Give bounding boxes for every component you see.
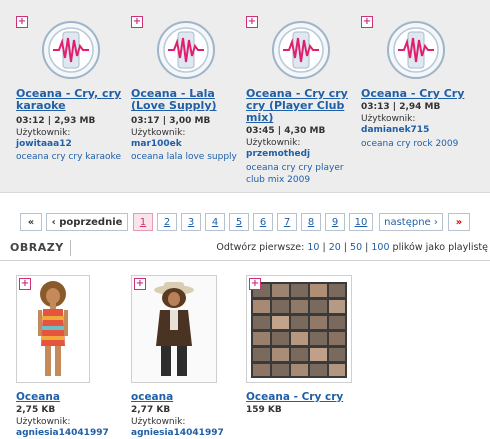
image-size: 2,75 KB [16,405,56,415]
audio-duration-size: 03:13 | 2,94 MB [361,102,441,112]
user-label: Użytkownik: [16,417,71,427]
audio-title-link[interactable]: Oceana - Cry, cry karaoke [16,88,128,112]
page-4-button[interactable]: 4 [205,213,225,231]
image-title-link[interactable]: Oceana - Cry cry [246,391,343,403]
user-label: Użytkownik: [16,128,71,138]
audio-tags-link[interactable]: oceana lala love supply [131,151,243,163]
image-thumbnail[interactable] [16,275,90,383]
add-to-playlist-button[interactable]: + [19,278,31,290]
page-9-button[interactable]: 9 [325,213,345,231]
open-20-link[interactable]: 20 [329,242,341,253]
page-3-button[interactable]: 3 [181,213,201,231]
page-2-button[interactable]: 2 [157,213,177,231]
user-link[interactable]: jowitaaa12 [16,139,72,150]
user-label: Użytkownik: [361,114,416,124]
user-link[interactable]: przemothedj [246,149,310,160]
audio-tags-link[interactable]: oceana cry cry karaoke [16,151,128,163]
audio-file-icon[interactable] [41,20,101,80]
tab-obrazy[interactable]: OBRAZY [10,240,71,256]
user-link[interactable]: damianek715 [361,125,429,136]
audio-title-link[interactable]: Oceana - Cry Cry [361,88,473,100]
page-7-button[interactable]: 7 [277,213,297,231]
add-to-playlist-button[interactable]: + [131,16,143,28]
page-6-button[interactable]: 6 [253,213,273,231]
user-label: Użytkownik: [131,417,186,427]
add-to-playlist-button[interactable]: + [361,16,373,28]
audio-title-link[interactable]: Oceana - Cry cry cry (Player Club mix) [246,88,358,124]
page-1-button[interactable]: 1 [133,213,153,231]
previous-page-button[interactable]: ‹ poprzednie [46,213,128,231]
first-page-button[interactable]: « [20,213,42,231]
open-first-label: Odtwórz pierwsze: [216,242,305,253]
images-section-header: OBRAZY Odtwórz pierwsze: 10 | 20 | 50 | … [0,238,490,261]
open-10-link[interactable]: 10 [307,242,319,253]
image-title-link[interactable]: Oceana [16,391,60,403]
audio-duration-size: 03:45 | 4,30 MB [246,126,326,136]
page-5-button[interactable]: 5 [229,213,249,231]
audio-tags-link[interactable]: oceana cry rock 2009 [361,138,473,150]
audio-duration-size: 03:17 | 3,00 MB [131,116,211,126]
add-to-playlist-button[interactable]: + [246,16,258,28]
audio-duration-size: 03:12 | 2,93 MB [16,116,96,126]
open-first-playlist: Odtwórz pierwsze: 10 | 20 | 50 | 100 pli… [216,242,488,253]
audio-title-link[interactable]: Oceana - Lala (Love Supply) [131,88,243,112]
last-page-button[interactable]: » [448,213,470,231]
pagination: « ‹ poprzednie 1 2 3 4 5 6 7 8 9 10 nast… [0,213,490,233]
page-10-button[interactable]: 10 [349,213,373,231]
page-8-button[interactable]: 8 [301,213,321,231]
user-link[interactable]: agniesia14041997 [131,428,224,438]
user-link[interactable]: mar100ek [131,139,182,150]
image-thumbnail[interactable] [246,275,352,383]
audio-file-icon[interactable] [386,20,446,80]
image-size: 159 KB [246,405,282,415]
audio-tags-link[interactable]: oceana cry cry player club mix 2009 [246,162,358,186]
open-50-link[interactable]: 50 [350,242,362,253]
audio-file-icon[interactable] [271,20,331,80]
next-page-button[interactable]: następne › [379,213,443,231]
image-size: 2,77 KB [131,405,171,415]
audio-results-panel: + Oceana - Cry, cry karaoke 03:12 | 2,93… [0,0,490,193]
add-to-playlist-button[interactable]: + [134,278,146,290]
audio-file-icon[interactable] [156,20,216,80]
image-thumbnail[interactable] [131,275,217,383]
open-100-link[interactable]: 100 [371,242,389,253]
user-label: Użytkownik: [131,128,186,138]
add-to-playlist-button[interactable]: + [249,278,261,290]
open-suffix: plików jako playlistę [392,242,488,253]
user-link[interactable]: agniesia14041997 [16,428,109,438]
user-label: Użytkownik: [246,138,301,148]
image-title-link[interactable]: oceana [131,391,173,403]
add-to-playlist-button[interactable]: + [16,16,28,28]
